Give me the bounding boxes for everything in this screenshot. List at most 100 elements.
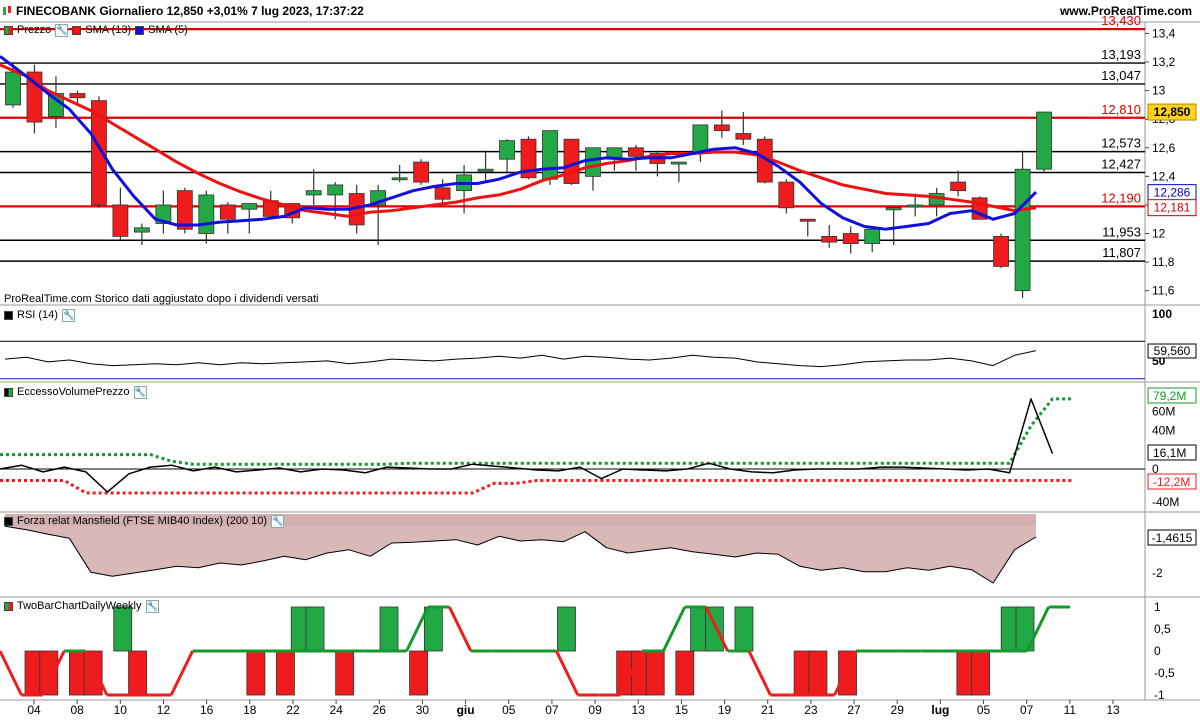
twobar-line-segment: [0, 650, 23, 696]
price-y-tick-label: 11,6: [1152, 284, 1175, 298]
horizontal-level-label: 11,953: [1102, 224, 1141, 239]
horizontal-level-label: 13,193: [1101, 47, 1141, 62]
x-axis-tick-label: 16: [200, 703, 214, 717]
x-axis-tick-label: 24: [329, 703, 343, 717]
twobar-legend-label: TwoBarChartDailyWeekly: [17, 600, 142, 612]
candle-body: [176, 190, 193, 230]
price-y-tick-label: 12,4: [1152, 169, 1176, 183]
evp-badge-label: 79,2M: [1153, 389, 1186, 403]
twobar-bar: [276, 650, 295, 696]
twobar-bar: [409, 650, 428, 696]
candle-body: [391, 177, 408, 181]
horizontal-level-label: 12,810: [1101, 102, 1141, 117]
candle-body: [842, 233, 859, 244]
candle-body: [692, 124, 709, 154]
x-axis-tick-label: 08: [70, 703, 84, 717]
evp-y-tick-label: -40M: [1152, 495, 1179, 509]
candle-body: [735, 133, 752, 140]
sma13-swatch-icon: [72, 25, 82, 35]
x-axis-tick-label: 18: [243, 703, 257, 717]
evp-y-tick-label: 60M: [1152, 404, 1175, 418]
sma5-line: [0, 55, 1038, 231]
mansfield-legend-label: Forza relat Mansfield (FTSE MIB40 Index)…: [17, 515, 268, 527]
price-y-tick-label: 13,2: [1152, 55, 1176, 69]
twobar-legend[interactable]: TwoBarChartDailyWeekly 🔧: [4, 598, 159, 614]
candle-body: [305, 190, 322, 196]
twobar-line-segment: [747, 650, 772, 696]
x-axis-tick-label: 05: [977, 703, 991, 717]
twobar-bar: [557, 606, 576, 652]
price-legend[interactable]: Prezzo 🔧 SMA (13) SMA (5): [4, 22, 188, 38]
rsi-y-tick-label: 100: [1152, 307, 1172, 321]
x-axis-tick-label: 15: [675, 703, 689, 717]
candle-body: [821, 235, 838, 243]
evp-legend[interactable]: EccessoVolumePrezzo 🔧: [4, 384, 147, 400]
x-axis-tick-label: 07: [1020, 703, 1034, 717]
x-axis-tick-label: 12: [157, 703, 171, 717]
candle-body: [69, 93, 86, 99]
twobar-bar: [379, 606, 399, 652]
twobar-bar: [335, 650, 355, 696]
site-url[interactable]: www.ProRealTime.com: [1060, 4, 1192, 18]
candle-body: [585, 147, 601, 177]
horizontal-level-label: 11,807: [1102, 245, 1141, 260]
mansfield-swatch-icon: [4, 516, 13, 526]
twobar-bar: [423, 606, 443, 652]
twobar-y-tick-label: 0: [1154, 644, 1161, 658]
x-axis-tick-label: 21: [761, 703, 775, 717]
x-axis-tick-label: 04: [27, 703, 41, 717]
horizontal-level-label: 12,427: [1101, 157, 1141, 172]
candle-body: [499, 140, 515, 160]
evp-y-tick-label: 40M: [1152, 424, 1175, 438]
twobar-y-tick-label: -0,5: [1154, 666, 1175, 680]
x-axis-tick-label: 23: [804, 703, 818, 717]
price-y-tick-label: 12,6: [1152, 141, 1176, 155]
twobar-swatch-icon: [4, 601, 13, 611]
twobar-line-segment: [448, 606, 473, 652]
candle-body: [327, 184, 344, 196]
sma13-line: [0, 63, 1037, 218]
candle-body: [413, 161, 430, 183]
price-badge-label: 12,286: [1154, 186, 1191, 200]
candle-body: [219, 204, 236, 220]
candle-body: [198, 194, 215, 234]
wrench-icon[interactable]: 🔧: [55, 23, 69, 37]
twobar-bar: [971, 650, 991, 696]
x-axis-tick-label: 10: [114, 703, 128, 717]
x-axis-tick-label: 05: [502, 703, 516, 717]
rsi-badge-label: 59,560: [1154, 344, 1191, 358]
wrench-icon[interactable]: 🔧: [145, 599, 159, 613]
x-axis-tick-label: 13: [632, 703, 646, 717]
evp-lower-line: [0, 479, 1074, 495]
evp-upper-line: [0, 397, 1074, 466]
candle-body: [1014, 168, 1031, 292]
x-axis-tick-label: 11: [1064, 703, 1077, 717]
evp-badge-label: 16,1M: [1153, 446, 1186, 460]
candle-body: [241, 203, 258, 210]
rsi-legend[interactable]: RSI (14) 🔧: [4, 307, 75, 323]
candle-body: [799, 218, 816, 222]
candle-body: [477, 168, 494, 172]
rsi-swatch-icon: [4, 310, 13, 320]
twobar-bar: [246, 650, 266, 696]
price-y-tick-label: 11,8: [1152, 255, 1175, 269]
wrench-icon[interactable]: 🔧: [271, 514, 285, 528]
wrench-icon[interactable]: 🔧: [133, 385, 147, 399]
wrench-icon[interactable]: 🔧: [61, 308, 75, 322]
candle-body: [1036, 111, 1052, 170]
x-axis-tick-label: giu: [457, 703, 475, 717]
x-axis-tick-label: 22: [286, 703, 300, 717]
horizontal-level-label: 12,190: [1101, 190, 1141, 205]
sma13-legend-label: SMA (13): [85, 24, 132, 36]
x-axis-tick-label: 13: [1106, 703, 1120, 717]
sma5-legend-label: SMA (5): [148, 24, 188, 36]
horizontal-level-label: 12,573: [1101, 136, 1141, 151]
mansfield-legend[interactable]: Forza relat Mansfield (FTSE MIB40 Index)…: [4, 513, 285, 529]
evp-legend-label: EccessoVolumePrezzo: [17, 386, 130, 398]
twobar-bar: [83, 650, 103, 696]
adjusted-data-note-text: ProRealTime.com Storico dati aggiustato …: [4, 293, 319, 305]
sma5-swatch-icon: [135, 25, 145, 35]
price-badge-label: 12,850: [1154, 105, 1191, 119]
price-swatch-icon: [4, 25, 13, 35]
price-y-tick-label: 13,4: [1152, 26, 1176, 40]
